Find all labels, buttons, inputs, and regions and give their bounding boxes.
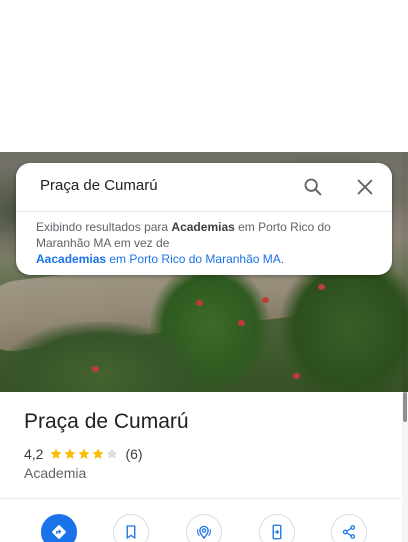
info-divider [0,498,402,499]
bookmark-icon [126,525,136,539]
nearby-button[interactable] [186,514,222,542]
rating-value: 4,2 [24,446,44,462]
original-location: em Porto Rico do Maranhão MA [106,252,281,266]
star-rating [49,447,119,461]
share-icon [342,525,356,539]
search-icon[interactable] [302,176,324,198]
photo-flower [196,300,203,306]
search-input[interactable]: Praça de Cumarú [40,177,158,194]
place-title: Praça de Cumarú [24,410,189,433]
review-count[interactable]: (6) [125,446,142,462]
star-filled-icon [50,448,63,459]
spelling-suggestion: Exibindo resultados para Academias em Po… [36,219,376,267]
scrollbar-track[interactable] [402,152,408,542]
suggestion-period: . [280,252,285,266]
suggestion-prefix: Exibindo resultados para [36,220,172,234]
suggestion-corrected-term: Academias [171,220,235,234]
directions-button[interactable] [41,514,77,542]
original-term: Aacademias [36,252,107,266]
photo-flower [92,366,99,372]
scrollbar-thumb[interactable] [403,392,407,422]
photo-flower [262,297,269,303]
search-box[interactable]: Praça de Cumarú [16,163,392,211]
close-icon[interactable] [354,176,376,198]
photo-flower [318,284,325,290]
photo-flower [238,320,245,326]
directions-icon [52,525,66,539]
rating-row[interactable]: 4,2 (6) [24,445,143,463]
nearby-icon [197,525,211,540]
star-filled-icon [92,448,105,459]
search-divider [16,211,392,212]
action-buttons [0,514,402,542]
star-filled-icon [78,448,91,459]
send-to-phone-icon [272,524,282,540]
star-empty-icon [106,448,119,459]
place-category[interactable]: Academia [24,465,86,481]
photo-flower [293,373,300,379]
save-button[interactable] [113,514,149,542]
search-card: Praça de Cumarú Exibindo resultados para… [16,163,392,275]
original-query-link[interactable]: Aacademias em Porto Rico do Maranhão MA [36,252,281,266]
place-info-panel: Praça de Cumarú 4,2 (6) Academia [0,392,402,542]
maps-page: Praça de Cumarú Exibindo resultados para… [0,0,408,542]
share-button[interactable] [331,514,367,542]
star-filled-icon [64,448,77,459]
photo-bush [0,322,200,392]
send-to-phone-button[interactable] [259,514,295,542]
